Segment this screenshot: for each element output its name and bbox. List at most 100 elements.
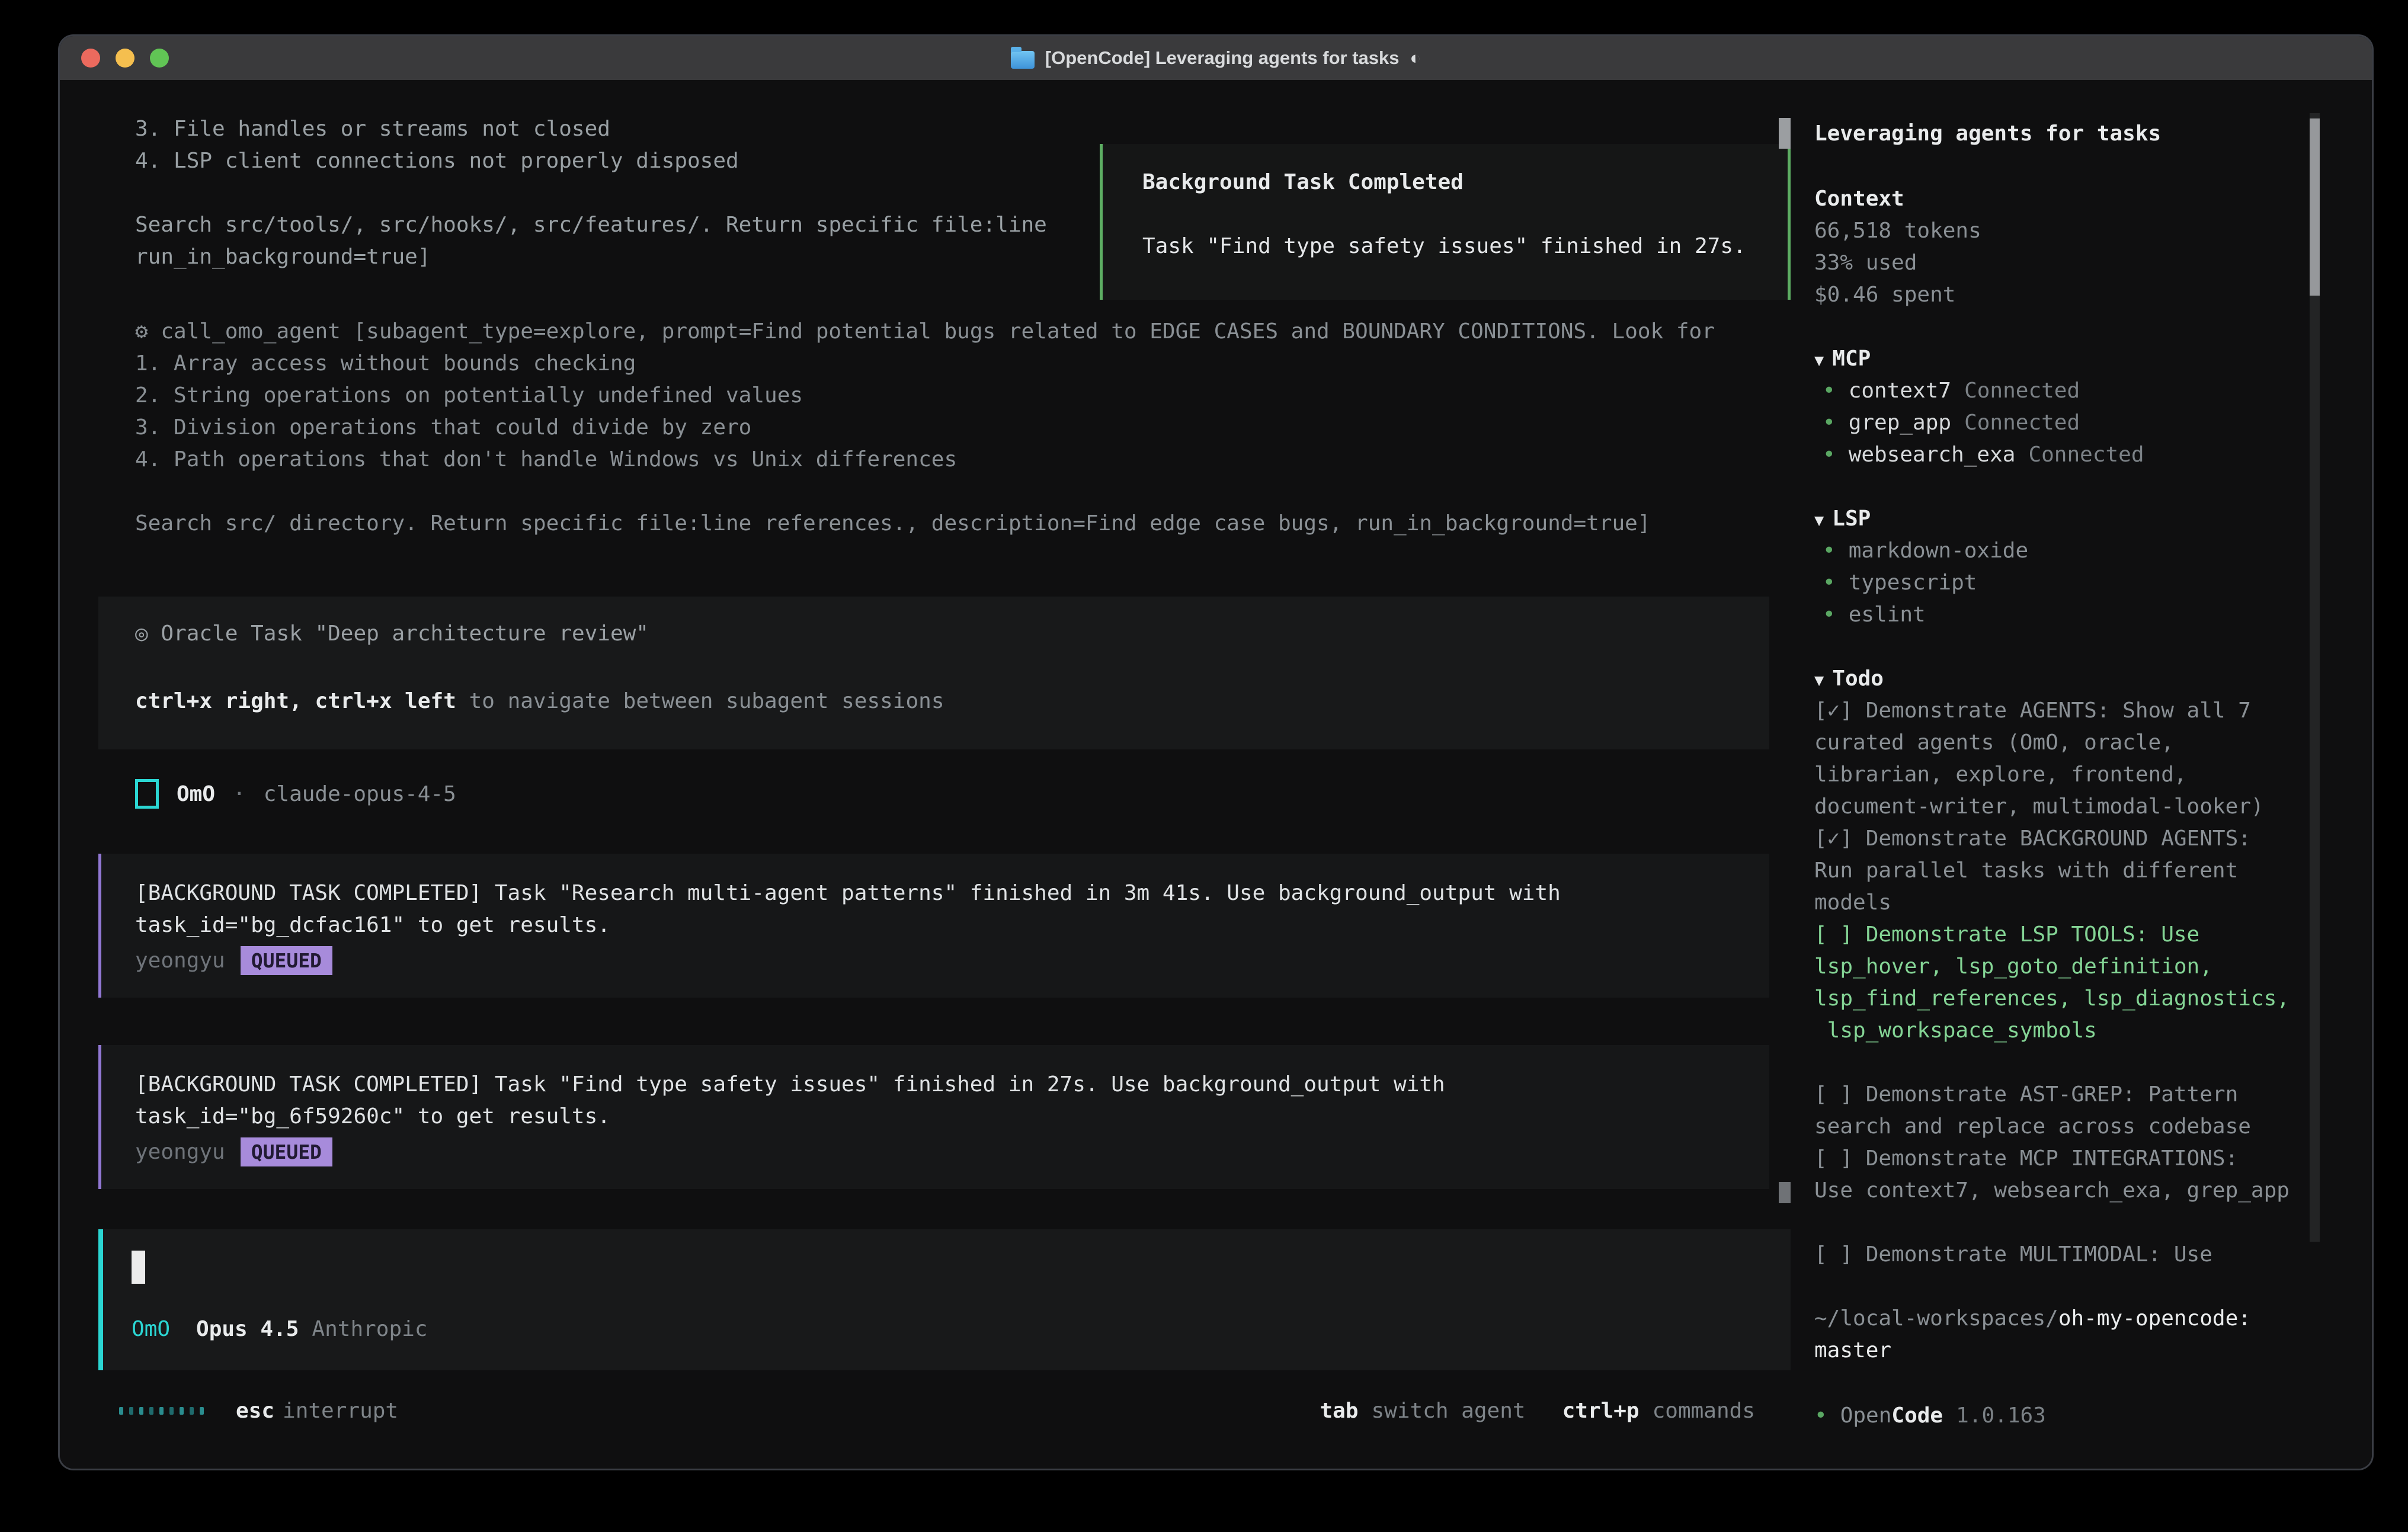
input-agent-label[interactable]: OmO xyxy=(132,1317,170,1341)
bullet-icon: • xyxy=(1823,411,1836,435)
tool-call-tail: Search src/ directory. Return specific f… xyxy=(135,508,1651,540)
input-model-label[interactable]: Opus 4.5Anthropic xyxy=(196,1317,427,1341)
scrollback-line: run_in_background=true] xyxy=(135,241,431,273)
mcp-item: •websearch_exaConnected xyxy=(1823,439,2144,471)
half-circle-icon: ◐ xyxy=(1410,47,1421,69)
todo-line: [✓] Demonstrate BACKGROUND AGENTS: xyxy=(1814,823,2251,855)
model-row: OmO Opus 4.5Anthropic xyxy=(132,1317,428,1341)
bullet-icon: • xyxy=(1823,602,1836,627)
agent-header: OmO · claude-opus-4-5 xyxy=(135,779,456,809)
screen: [OpenCode] Leveraging agents for tasks ◐… xyxy=(0,0,2408,1532)
close-button[interactable] xyxy=(81,49,100,68)
session-sidebar: Leveraging agents for tasks Context 66,5… xyxy=(1791,80,2372,1469)
oracle-icon: ◎ xyxy=(135,621,148,646)
context-heading: Context xyxy=(1814,183,1904,215)
toast-title: Background Task Completed xyxy=(1142,170,1464,194)
zoom-button[interactable] xyxy=(150,49,169,68)
tab-key-hint: tab xyxy=(1320,1399,1358,1423)
window-title: [OpenCode] Leveraging agents for tasks xyxy=(1045,47,1400,69)
oracle-hint: ctrl+x right, ctrl+x left to navigate be… xyxy=(135,689,944,713)
spinner-dot xyxy=(180,1407,184,1415)
task-author: yeongyu xyxy=(135,948,225,973)
folder-icon xyxy=(1011,51,1035,69)
workspace-branch: master xyxy=(1814,1335,1891,1367)
tool-call-item: 3. Division operations that could divide… xyxy=(135,412,751,444)
tool-call-item: 4. Path operations that don't handle Win… xyxy=(135,444,957,476)
tool-call-line: ⚙ call_omo_agent [subagent_type=explore,… xyxy=(135,316,1715,348)
todo-line: [✓] Demonstrate AGENTS: Show all 7 xyxy=(1814,695,2251,727)
spinner-dot xyxy=(129,1407,133,1415)
terminal-content: 3. File handles or streams not closed 4.… xyxy=(60,80,2372,1469)
agent-name: OmO xyxy=(177,782,215,806)
spinner-dot xyxy=(149,1407,153,1415)
lsp-heading: LSP xyxy=(1832,507,1871,531)
app-window: [OpenCode] Leveraging agents for tasks ◐… xyxy=(58,34,2374,1470)
gear-icon: ⚙ xyxy=(135,319,148,344)
status-badge: QUEUED xyxy=(241,1137,332,1166)
mcp-item-status: Connected xyxy=(1964,379,2080,403)
spinner-dot xyxy=(159,1407,164,1415)
mcp-item-name: context7 xyxy=(1849,379,1951,403)
separator-dot: · xyxy=(233,782,246,806)
bullet-icon: • xyxy=(1823,379,1836,403)
lsp-item-name: eslint xyxy=(1849,602,1926,627)
chevron-down-icon: ▼ xyxy=(1814,671,1824,690)
bullet-icon: • xyxy=(1823,571,1836,595)
oracle-title: Oracle Task "Deep architecture review" xyxy=(161,621,649,646)
todo-line: [ ] Demonstrate MULTIMODAL: Use xyxy=(1814,1239,2212,1271)
session-title: Leveraging agents for tasks xyxy=(1814,118,2161,150)
text-cursor xyxy=(132,1251,145,1284)
background-task-toast: Background Task Completed Task "Find typ… xyxy=(1100,144,1791,300)
esc-key-label: interrupt xyxy=(283,1399,398,1423)
minimize-button[interactable] xyxy=(116,49,135,68)
todo-section-header[interactable]: ▼Todo xyxy=(1814,663,1884,697)
ctrlp-key-hint: ctrl+p xyxy=(1562,1399,1640,1423)
status-right: tab switch agent ctrl+p commands xyxy=(1320,1399,1755,1423)
mcp-section-header[interactable]: ▼MCP xyxy=(1814,343,1871,377)
version-name-bold: Code xyxy=(1891,1403,1943,1428)
titlebar: [OpenCode] Leveraging agents for tasks ◐ xyxy=(60,36,2372,80)
main-scrollbar-thumb[interactable] xyxy=(1779,118,1791,149)
version-name-dim: Open xyxy=(1840,1403,1892,1428)
sidebar-scrollbar-thumb[interactable] xyxy=(2310,118,2320,296)
scrollback-line: Search src/tools/, src/hooks/, src/featu… xyxy=(135,209,1047,241)
workspace-path-dim: ~/local-workspaces/ xyxy=(1814,1306,2058,1331)
tab-key-label: switch agent xyxy=(1371,1399,1525,1423)
lsp-item: • eslint xyxy=(1823,599,1926,631)
lsp-item: •typescript xyxy=(1823,567,1977,599)
scrollback-line: 4. LSP client connections not properly d… xyxy=(135,145,739,177)
sidebar-scrollbar-track[interactable] xyxy=(2310,113,2320,1242)
mcp-item-name: websearch_exa xyxy=(1849,443,2016,467)
workspace-path-bold: oh-my-opencode: xyxy=(2058,1306,2251,1331)
status-bar: esc interrupt tab switch agent ctrl+p co… xyxy=(119,1399,1773,1431)
mcp-heading: MCP xyxy=(1832,347,1871,371)
input-provider-label: Anthropic xyxy=(312,1317,427,1341)
spinner-dot xyxy=(119,1407,123,1415)
todo-line: librarian, explore, frontend, xyxy=(1814,759,2187,791)
lsp-item: •markdown-oxide xyxy=(1823,535,2028,567)
status-badge: QUEUED xyxy=(241,946,332,975)
todo-line: search and replace across codebase xyxy=(1814,1111,2251,1143)
oracle-hint-key2: ctrl+x left xyxy=(315,689,456,713)
task-message-meta: yeongyu QUEUED xyxy=(135,1137,1769,1166)
mcp-item: •grep_appConnected xyxy=(1823,407,2080,439)
context-used: 33% used xyxy=(1814,247,1917,279)
spinner-dot xyxy=(190,1407,194,1415)
main-scrollbar-thumb[interactable] xyxy=(1779,1182,1791,1203)
oracle-hint-text: to navigate between subagent sessions xyxy=(469,689,944,713)
todo-line: Use context7, websearch_exa, grep_app xyxy=(1814,1175,2289,1207)
prompt-input[interactable]: OmO Opus 4.5Anthropic xyxy=(98,1229,1791,1370)
oracle-title-line: ◎ Oracle Task "Deep architecture review" xyxy=(135,621,649,646)
todo-line: document-writer, multimodal-looker) xyxy=(1814,791,2264,823)
toast-body: Task "Find type safety issues" finished … xyxy=(1142,234,1746,258)
version-row: •OpenCode1.0.163 xyxy=(1814,1400,2046,1432)
oracle-task-card[interactable]: ◎ Oracle Task "Deep architecture review"… xyxy=(98,597,1769,749)
lsp-section-header[interactable]: ▼LSP xyxy=(1814,503,1871,537)
tool-call-text: call_omo_agent [subagent_type=explore, p… xyxy=(161,319,1715,344)
esc-key-hint: esc xyxy=(236,1399,274,1423)
spinner-dot xyxy=(169,1407,174,1415)
spinner-dots xyxy=(119,1407,204,1415)
task-message-line: task_id="bg_dcfac161" to get results. xyxy=(135,909,1769,941)
context-tokens: 66,518 tokens xyxy=(1814,215,1981,247)
agent-model: claude-opus-4-5 xyxy=(264,782,456,806)
